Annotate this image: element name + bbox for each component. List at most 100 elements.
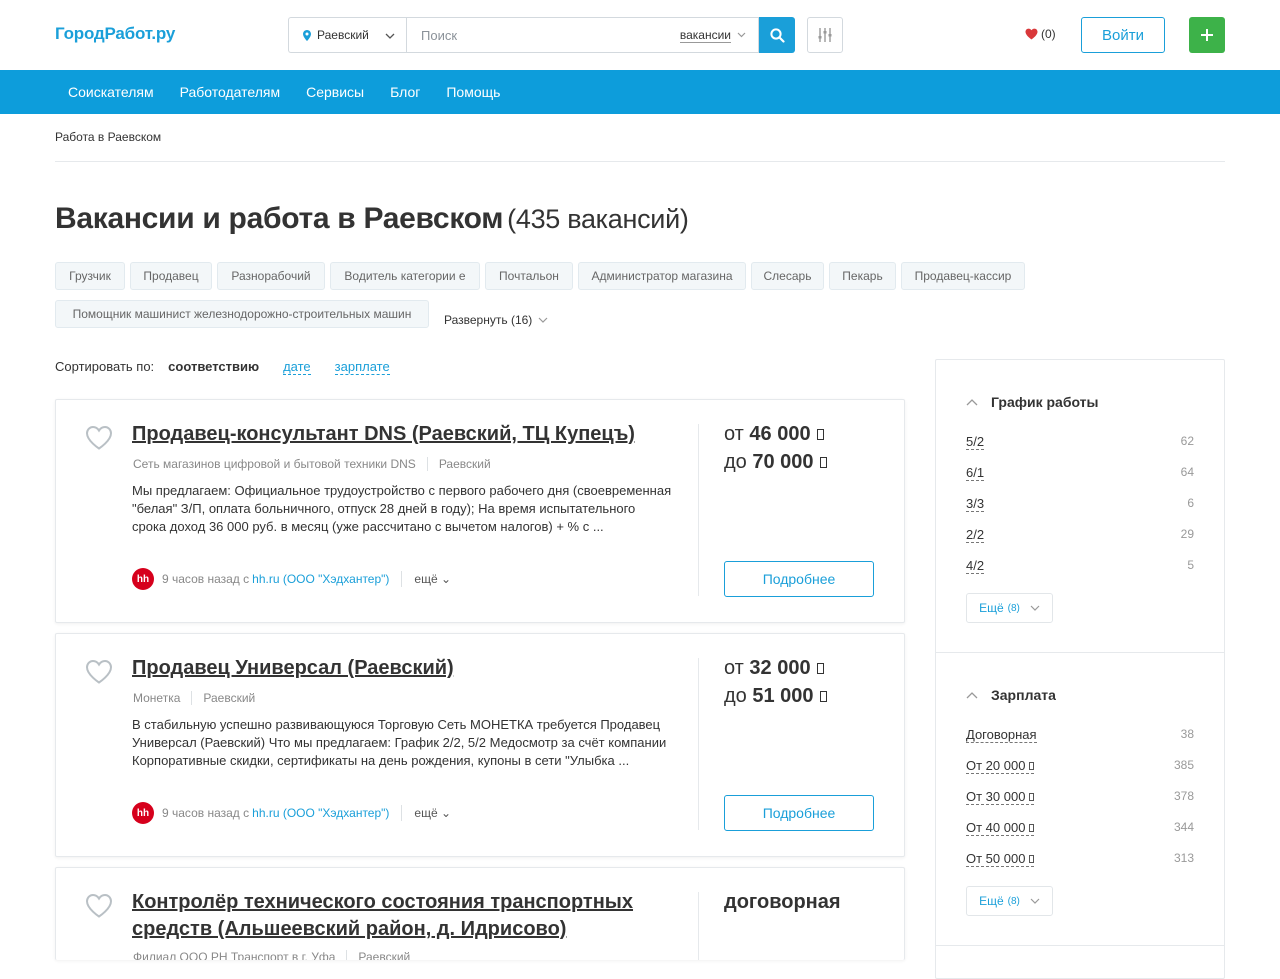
- nav-item-blog[interactable]: Блог: [377, 70, 433, 114]
- filter-salary: Зарплата Договорная 38 От 20 000 385 От 30…: [936, 653, 1224, 945]
- search-bar: Раевский Поиск вакансии: [288, 17, 795, 53]
- details-button[interactable]: Подробнее: [724, 795, 874, 831]
- option-label: От 30 000: [966, 789, 1035, 805]
- source-link[interactable]: hh.ru (ООО "Хэдхантер"): [252, 806, 389, 820]
- search-placeholder: Поиск: [421, 27, 458, 43]
- show-more-button[interactable]: Ещё (8): [966, 886, 1053, 916]
- separator: [401, 571, 403, 587]
- details-button[interactable]: Подробнее: [724, 561, 874, 597]
- search-type-select[interactable]: вакансии: [679, 28, 731, 43]
- filter-header[interactable]: График работы: [966, 394, 1099, 410]
- salary-prefix: до: [724, 451, 747, 473]
- breadcrumb[interactable]: Работа в Раевском: [55, 130, 161, 144]
- divider: [55, 161, 1225, 162]
- company-name[interactable]: Сеть магазинов цифровой и бытовой техник…: [133, 457, 416, 471]
- filter-option[interactable]: От 50 000 313: [966, 851, 1194, 867]
- favorite-heart-icon[interactable]: [85, 425, 113, 451]
- tag-item[interactable]: Администратор магазина: [578, 262, 746, 290]
- tag-item[interactable]: Пекарь: [829, 262, 896, 290]
- add-vacancy-button[interactable]: [1189, 17, 1225, 53]
- chevron-down-icon: ⌄: [441, 806, 452, 820]
- filter-option[interactable]: От 20 000 385: [966, 758, 1194, 774]
- site-logo[interactable]: ГородРабот.ру: [55, 24, 175, 44]
- chevron-down-icon: [1030, 605, 1040, 611]
- nav-item-services[interactable]: Сервисы: [293, 70, 377, 114]
- currency-icon: [819, 691, 827, 703]
- main-nav: Соискателям Работодателям Сервисы Блог П…: [0, 70, 1280, 114]
- filter-option[interactable]: 2/2 29: [966, 527, 1194, 543]
- filter-option[interactable]: 3/3 6: [966, 496, 1194, 512]
- search-button[interactable]: [759, 17, 795, 53]
- tag-item[interactable]: Водитель категории е: [330, 262, 480, 290]
- tag-item[interactable]: Продавец-кассир: [901, 262, 1025, 290]
- vacancy-card: Продавец-консультант DNS (Раевский, ТЦ К…: [55, 399, 905, 623]
- separator: [346, 950, 348, 960]
- tag-item[interactable]: Грузчик: [55, 262, 125, 290]
- sort-bar: Сортировать по: соответствию дате зарпла…: [55, 359, 414, 375]
- nav-item-help[interactable]: Помощь: [433, 70, 513, 114]
- favorite-heart-icon[interactable]: [85, 893, 113, 919]
- option-text: От 30 000: [966, 789, 1026, 804]
- favorite-heart-icon[interactable]: [85, 659, 113, 685]
- more-button[interactable]: ещё ⌄: [414, 572, 451, 586]
- filter-option[interactable]: 5/2 62: [966, 434, 1194, 450]
- currency-icon: [1029, 855, 1035, 863]
- vacancy-source: hh 9 часов назад с hh.ru (ООО "Хэдхантер…: [132, 802, 451, 824]
- sort-label: Сортировать по:: [55, 359, 155, 374]
- vacancy-title[interactable]: Продавец Универсал (Раевский): [132, 655, 692, 682]
- option-text: От 50 000: [966, 851, 1026, 866]
- company-name[interactable]: Монетка: [133, 691, 180, 705]
- tag-item[interactable]: Слесарь: [751, 262, 824, 290]
- more-button[interactable]: ещё ⌄: [414, 806, 451, 820]
- vacancy-title[interactable]: Контролёр технического состояния транспо…: [132, 889, 692, 943]
- expand-label: Развернуть (16): [444, 313, 533, 327]
- show-more-button[interactable]: Ещё (8): [966, 593, 1053, 623]
- source-link[interactable]: hh.ru (ООО "Хэдхантер"): [252, 572, 389, 586]
- vacancy-source: hh 9 часов назад с hh.ru (ООО "Хэдхантер…: [132, 568, 451, 590]
- currency-icon: [1029, 824, 1035, 832]
- salary-value: 32 000: [749, 657, 811, 679]
- favorites-link[interactable]: (0): [1025, 27, 1056, 41]
- option-label: 6/1: [966, 465, 985, 481]
- filter-schedule: График работы 5/2 62 6/1 64 3/3 6 2/2 29 4/2…: [936, 360, 1224, 652]
- nav-item-seekers[interactable]: Соискателям: [55, 70, 167, 114]
- salary-negotiable: договорная: [724, 888, 841, 916]
- sort-by-date[interactable]: дате: [283, 359, 311, 375]
- filter-option[interactable]: 6/1 64: [966, 465, 1194, 481]
- company-name[interactable]: Филиал ООО РН Транспорт в г. Уфа: [133, 950, 335, 960]
- vacancy-title[interactable]: Продавец-консультант DNS (Раевский, ТЦ К…: [132, 421, 692, 448]
- vacancy-count: (435 вакансий): [507, 204, 689, 234]
- tag-item[interactable]: Помощник машинист железнодорожно-строите…: [55, 300, 429, 328]
- tag-item[interactable]: Почтальон: [485, 262, 573, 290]
- filter-option[interactable]: 4/2 5: [966, 558, 1194, 574]
- filter-option[interactable]: От 40 000 344: [966, 820, 1194, 836]
- filter-option[interactable]: От 30 000 378: [966, 789, 1194, 805]
- expand-tags-button[interactable]: Развернуть (16): [444, 306, 548, 334]
- filter-option[interactable]: Договорная 38: [966, 727, 1194, 743]
- hh-logo-icon: hh: [132, 802, 154, 824]
- currency-icon: [1029, 793, 1035, 801]
- city-selector[interactable]: Раевский: [288, 17, 406, 53]
- option-label: 2/2: [966, 527, 985, 543]
- more-label: ещё: [414, 806, 438, 820]
- vacancy-meta: Сеть магазинов цифровой и бытовой техник…: [133, 457, 491, 471]
- option-count: 385: [1173, 758, 1194, 772]
- tag-item[interactable]: Продавец: [130, 262, 212, 290]
- favorites-count: (0): [1041, 27, 1056, 41]
- option-count: 62: [1180, 434, 1194, 448]
- tag-item[interactable]: Разнорабочий: [217, 262, 325, 290]
- plus-icon: [1201, 29, 1213, 41]
- posted-time: 9 часов назад с: [162, 806, 250, 820]
- filters-button[interactable]: [807, 17, 843, 53]
- option-count: 64: [1180, 465, 1194, 479]
- sort-by-salary[interactable]: зарплате: [334, 359, 390, 375]
- salary-prefix: до: [724, 685, 747, 707]
- divider: [698, 892, 699, 960]
- login-button[interactable]: Войти: [1081, 17, 1165, 53]
- filter-header[interactable]: Зарплата: [966, 687, 1056, 703]
- chevron-down-icon: [1030, 898, 1040, 904]
- option-label: 5/2: [966, 434, 985, 450]
- search-input[interactable]: Поиск вакансии: [406, 17, 759, 53]
- show-more-count: (8): [1007, 602, 1020, 614]
- nav-item-employers[interactable]: Работодателям: [167, 70, 294, 114]
